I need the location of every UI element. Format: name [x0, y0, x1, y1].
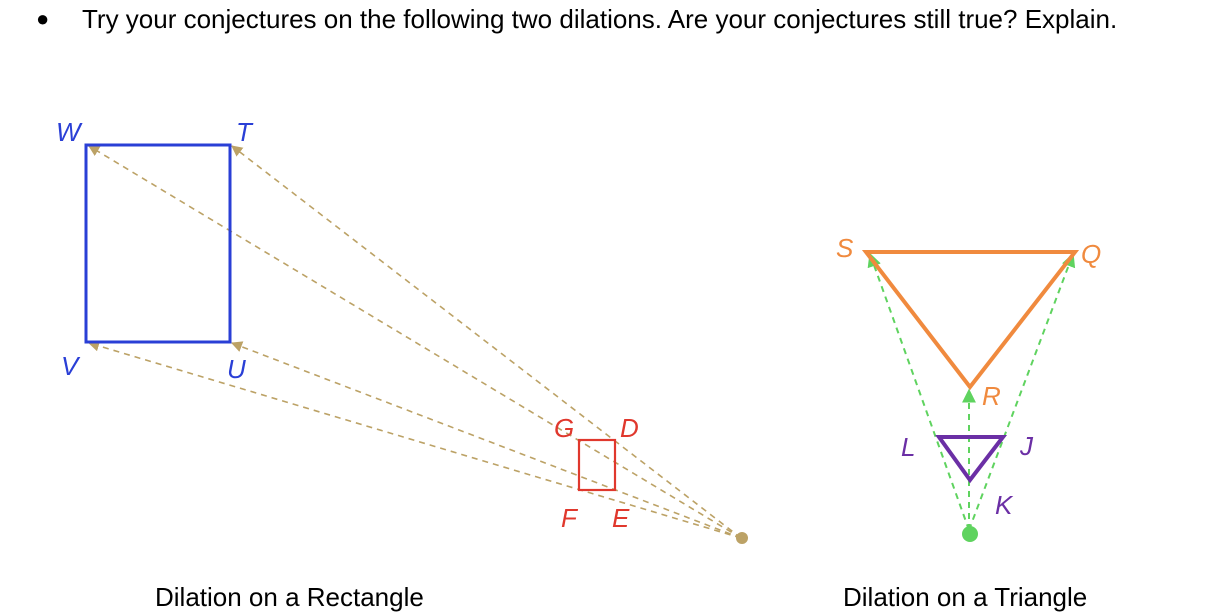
triangle-SQR	[861, 250, 1080, 391]
rectangle-dilation: W T V U G D F E Dilation on a Rectangle	[56, 117, 748, 612]
label-L: L	[901, 432, 915, 462]
label-K: K	[995, 490, 1014, 520]
dilation-diagrams: W T V U G D F E Dilation on a Rectangle …	[56, 117, 1101, 612]
tri-center-point	[962, 526, 978, 542]
label-G: G	[554, 413, 574, 443]
label-T: T	[236, 117, 254, 147]
rectangle-caption: Dilation on a Rectangle	[155, 582, 424, 612]
rect-center-point	[736, 532, 748, 544]
label-U: U	[227, 354, 246, 384]
rectangle-WTUV	[84, 143, 232, 344]
label-F: F	[561, 503, 579, 533]
label-V: V	[61, 351, 81, 381]
label-D: D	[620, 413, 639, 443]
label-Q: Q	[1081, 239, 1101, 269]
label-S: S	[836, 233, 854, 263]
triangle-caption: Dilation on a Triangle	[843, 582, 1087, 612]
label-W: W	[56, 117, 83, 147]
label-R: R	[982, 381, 1001, 411]
ray-to-T	[231, 145, 742, 539]
ray-to-S	[867, 252, 970, 531]
ray-to-U	[230, 341, 742, 539]
label-E: E	[612, 503, 630, 533]
ray-to-V	[87, 340, 742, 539]
triangle-dilation: S Q R L J K Dilation on a Triangle	[836, 233, 1101, 612]
label-J: J	[1019, 431, 1034, 461]
